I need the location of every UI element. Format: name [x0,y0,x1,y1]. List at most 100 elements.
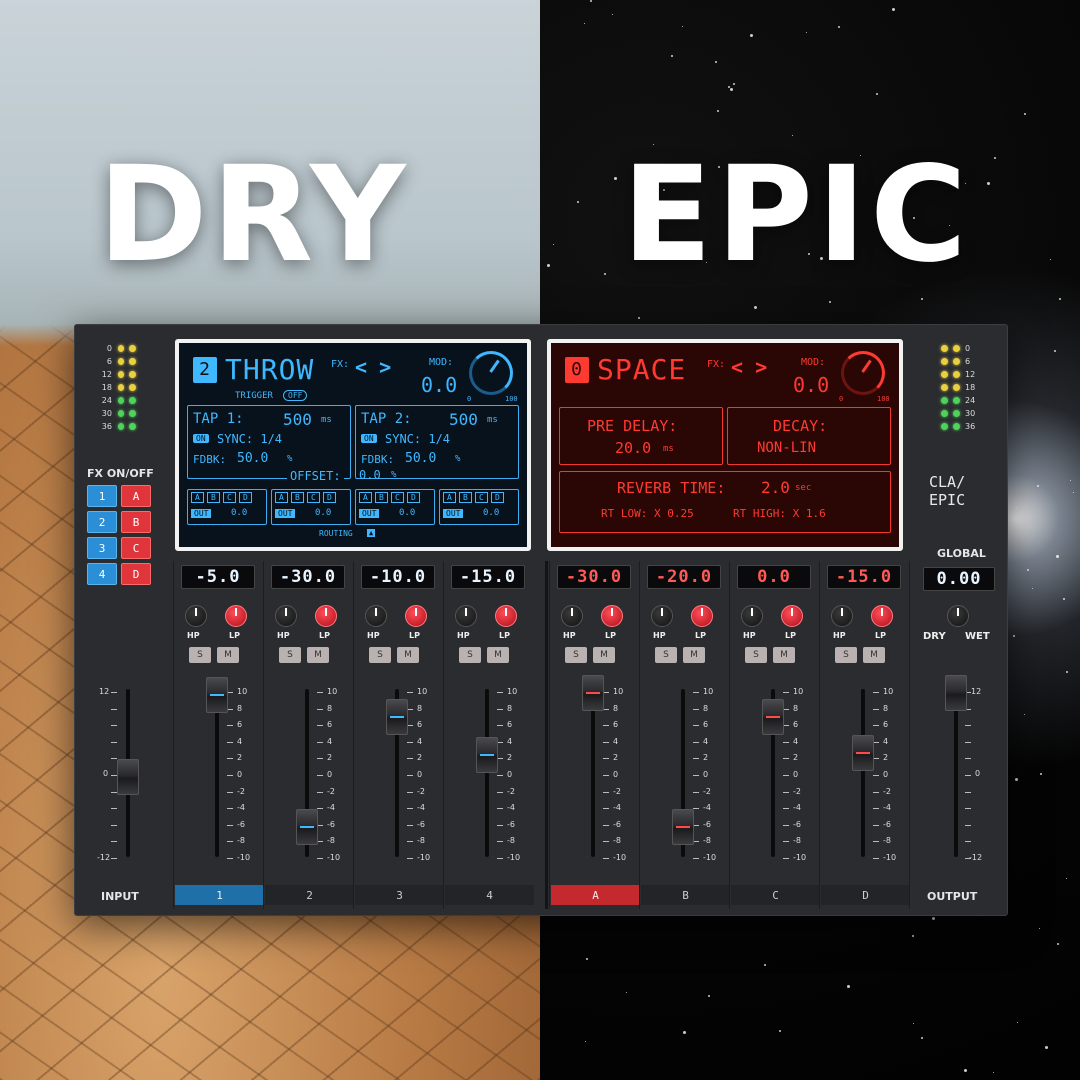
solo-button[interactable]: S [459,647,481,663]
lp-knob[interactable] [495,605,517,627]
channel-name-tab[interactable]: 1 [175,885,264,905]
decay-value[interactable]: NON-LIN [757,440,816,456]
lp-knob[interactable] [405,605,427,627]
offset-value[interactable]: 0.0 [359,468,381,482]
mod-value[interactable]: 0.0 [421,373,457,397]
fx-toggle-c[interactable]: C [121,537,151,559]
fx-select-arrows[interactable]: < > [731,355,767,379]
routing-send-a[interactable]: A [359,492,372,503]
routing-send-d[interactable]: D [407,492,420,503]
routing-out-value[interactable]: 0.0 [483,508,499,518]
channel-name-tab[interactable]: 4 [445,885,534,905]
routing-send-b[interactable]: B [291,492,304,503]
routing-send-b[interactable]: B [459,492,472,503]
solo-button[interactable]: S [655,647,677,663]
routing-out-value[interactable]: 0.0 [315,508,331,518]
routing-send-c[interactable]: C [475,492,488,503]
hp-knob[interactable] [741,605,763,627]
routing-out-value[interactable]: 0.0 [399,508,415,518]
tap2-value[interactable]: 500 [449,410,478,429]
channel-name-tab[interactable]: C [731,885,820,905]
routing-send-c[interactable]: C [307,492,320,503]
routing-toggle-icon[interactable]: ▲ [367,529,376,537]
channel-fader[interactable] [852,735,874,771]
predelay-value[interactable]: 20.0 [615,439,651,457]
mod-value[interactable]: 0.0 [793,373,829,397]
routing-out-value[interactable]: 0.0 [231,508,247,518]
channel-name-tab[interactable]: B [641,885,730,905]
tap1-sync[interactable]: SYNC: 1/4 [217,432,282,446]
mute-button[interactable]: M [773,647,795,663]
hp-knob[interactable] [651,605,673,627]
rt-low[interactable]: RT LOW: X 0.25 [601,507,694,520]
hp-knob[interactable] [185,605,207,627]
routing-send-d[interactable]: D [491,492,504,503]
output-fader[interactable] [945,675,967,711]
mute-button[interactable]: M [863,647,885,663]
fx-toggle-d[interactable]: D [121,563,151,585]
lp-knob[interactable] [225,605,247,627]
mod-knob[interactable] [841,351,885,395]
solo-button[interactable]: S [745,647,767,663]
solo-button[interactable]: S [279,647,301,663]
mod-knob[interactable] [469,351,513,395]
mute-button[interactable]: M [307,647,329,663]
routing-send-d[interactable]: D [323,492,336,503]
tap1-sync-on[interactable]: ON [193,434,209,443]
lp-knob[interactable] [871,605,893,627]
solo-button[interactable]: S [835,647,857,663]
fx-toggle-2[interactable]: 2 [87,511,117,533]
mute-button[interactable]: M [217,647,239,663]
tap2-sync[interactable]: SYNC: 1/4 [385,432,450,446]
hp-knob[interactable] [365,605,387,627]
mute-button[interactable]: M [593,647,615,663]
lp-knob[interactable] [691,605,713,627]
fx-toggle-1[interactable]: 1 [87,485,117,507]
hp-knob[interactable] [455,605,477,627]
channel-fader[interactable] [672,809,694,845]
channel-fader[interactable] [582,675,604,711]
fx-toggle-b[interactable]: B [121,511,151,533]
fx-select-arrows[interactable]: < > [355,355,391,379]
channel-fader[interactable] [476,737,498,773]
mute-button[interactable]: M [397,647,419,663]
routing-out-button[interactable]: OUT [275,509,296,518]
solo-button[interactable]: S [565,647,587,663]
fdbk2-value[interactable]: 50.0 [405,451,436,466]
rt-high[interactable]: RT HIGH: X 1.6 [733,507,826,520]
routing-out-button[interactable]: OUT [191,509,212,518]
hp-knob[interactable] [831,605,853,627]
lp-knob[interactable] [781,605,803,627]
mute-button[interactable]: M [683,647,705,663]
fx-toggle-3[interactable]: 3 [87,537,117,559]
input-fader[interactable] [117,759,139,795]
channel-name-tab[interactable]: D [821,885,910,905]
channel-name-tab[interactable]: 2 [265,885,354,905]
lp-knob[interactable] [315,605,337,627]
channel-fader[interactable] [296,809,318,845]
routing-send-c[interactable]: C [391,492,404,503]
channel-name-tab[interactable]: A [551,885,640,905]
lp-knob[interactable] [601,605,623,627]
solo-button[interactable]: S [189,647,211,663]
routing-send-c[interactable]: C [223,492,236,503]
trigger-toggle[interactable]: OFF [283,390,308,401]
routing-send-a[interactable]: A [443,492,456,503]
reverb-time-value[interactable]: 2.0 [761,478,790,497]
fx-toggle-4[interactable]: 4 [87,563,117,585]
channel-fader[interactable] [206,677,228,713]
channel-fader[interactable] [762,699,784,735]
routing-send-b[interactable]: B [375,492,388,503]
mute-button[interactable]: M [487,647,509,663]
routing-send-a[interactable]: A [191,492,204,503]
routing-send-a[interactable]: A [275,492,288,503]
routing-send-d[interactable]: D [239,492,252,503]
routing-out-button[interactable]: OUT [443,509,464,518]
routing-send-b[interactable]: B [207,492,220,503]
dry-wet-knob[interactable] [947,605,969,627]
tap2-sync-on[interactable]: ON [361,434,377,443]
tap1-value[interactable]: 500 [283,410,312,429]
hp-knob[interactable] [275,605,297,627]
channel-name-tab[interactable]: 3 [355,885,444,905]
fdbk1-value[interactable]: 50.0 [237,451,268,466]
